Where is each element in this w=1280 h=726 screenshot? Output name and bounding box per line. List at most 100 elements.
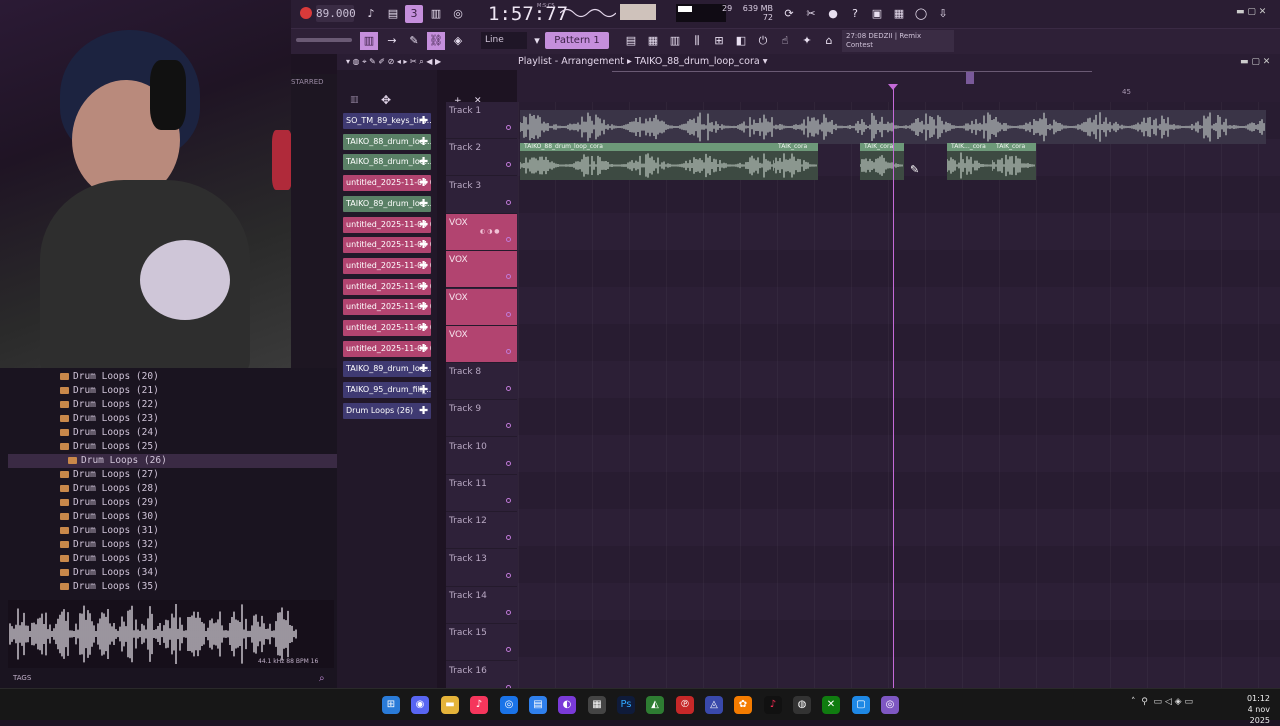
track-header[interactable]: VOX [446, 326, 517, 363]
track-mute-icon[interactable] [506, 200, 511, 205]
track-mute-icon[interactable] [506, 647, 511, 652]
track-mute-icon[interactable] [506, 312, 511, 317]
music-app-icon[interactable]: ♪ [470, 696, 488, 714]
add-clip-icon[interactable]: ✚ [419, 154, 429, 170]
playlist-icon[interactable]: ▤ [622, 32, 640, 50]
browser-folder[interactable]: Drum Loops (22) [60, 398, 337, 412]
photoshop-icon[interactable]: Ps [617, 696, 635, 714]
touch-icon[interactable]: ☝ [776, 32, 794, 50]
mixer-icon[interactable]: ▦ [890, 5, 908, 23]
picker-mode-icon[interactable]: ▥ [350, 95, 359, 105]
track-mute-icon[interactable] [506, 461, 511, 466]
system-tray-icons[interactable]: ˄ ⚲ ▭ ◁ ◈ ▭ [1131, 697, 1193, 707]
taskbar-clock[interactable]: 01:12 4 nov 2025 [1226, 693, 1270, 726]
arrow-right-icon[interactable]: → [383, 32, 401, 50]
audio-clip-taik-1[interactable]: TAIK_cora [774, 143, 818, 180]
add-clip-icon[interactable]: ✚ [419, 258, 429, 274]
add-clip-icon[interactable]: ✚ [419, 299, 429, 315]
add-clip-icon[interactable]: ✚ [419, 382, 429, 398]
cart-icon[interactable]: ⌂ [820, 32, 838, 50]
search-icon[interactable]: ⌕ [319, 673, 331, 685]
master-volume-slider[interactable] [296, 38, 352, 42]
news-panel[interactable]: 27:08 DEDZII | Remix Contest [842, 30, 954, 52]
audio-clip-taiko[interactable]: TAIKO_88_drum_loop_cora [520, 143, 817, 180]
add-clip-icon[interactable]: ✚ [419, 113, 429, 129]
track-header[interactable]: Track 9 [446, 400, 517, 437]
move-icon[interactable]: ✥ [381, 93, 391, 107]
track-mute-icon[interactable] [506, 237, 511, 242]
save-icon[interactable]: ▣ [868, 5, 886, 23]
piano-roll-icon[interactable]: ▥ [666, 32, 684, 50]
wait-input-icon[interactable]: ▤ [384, 5, 402, 23]
browser-folder[interactable]: Drum Loops (28) [60, 482, 337, 496]
browser-folder[interactable]: Drum Loops (20) [60, 370, 337, 384]
time-format-label[interactable]: M:S:CS [537, 3, 555, 9]
add-clip-icon[interactable]: ✚ [419, 279, 429, 295]
track-mute-icon[interactable] [506, 535, 511, 540]
pinterest-icon[interactable]: ℗ [676, 696, 694, 714]
plug-icon[interactable]: ⏻ [754, 32, 772, 50]
app-icon-3[interactable]: ◭ [646, 696, 664, 714]
picker-clip-item[interactable]: untitled_2025-11-04 00-...✚ [343, 237, 431, 253]
loop-record-icon[interactable]: ◎ [449, 5, 467, 23]
snap-select[interactable]: Line [481, 32, 527, 49]
record-button[interactable] [300, 7, 312, 19]
chrome-icon[interactable]: ◎ [500, 696, 518, 714]
track-header[interactable]: Track 10 [446, 438, 517, 475]
track-mute-icon[interactable] [506, 423, 511, 428]
loop-marker[interactable] [966, 72, 974, 84]
picker-clip-item[interactable]: untitled_2025-11-04 01-...✚ [343, 341, 431, 357]
browser-folder[interactable]: Drum Loops (21) [60, 384, 337, 398]
picker-clip-item[interactable]: TAIKO_89_drum_loo... ✚ [343, 196, 431, 212]
browser-icon[interactable]: ⊞ [710, 32, 728, 50]
app-icon-6[interactable]: ▢ [852, 696, 870, 714]
browser-folder[interactable]: Drum Loops (27) [60, 468, 337, 482]
playlist-toolbar-icons[interactable]: ▾ ◍ ⌖ ✎ ✐ ⊘ ◂ ▸ ✂ ⌕ ◀ ▶ [346, 57, 441, 67]
track-mute-icon[interactable] [506, 274, 511, 279]
app-icon-7[interactable]: ◎ [881, 696, 899, 714]
playlist-grid[interactable] [518, 102, 1280, 688]
refresh-icon[interactable]: ⟳ [780, 5, 798, 23]
add-clip-icon[interactable]: ✚ [419, 341, 429, 357]
playlist-window-controls[interactable]: ▬ ▢ ✕ [1240, 57, 1270, 67]
add-clip-icon[interactable]: ✚ [419, 175, 429, 191]
track-header[interactable]: Track 11 [446, 475, 517, 512]
browser-folder[interactable]: Drum Loops (31) [60, 524, 337, 538]
add-clip-icon[interactable]: ✚ [419, 217, 429, 233]
xbox-icon[interactable]: ✕ [822, 696, 840, 714]
wand-icon[interactable]: ✦ [798, 32, 816, 50]
track-header[interactable]: Track 14 [446, 587, 517, 624]
track-header[interactable]: VOX [446, 289, 517, 326]
track-header[interactable]: Track 2 [446, 139, 517, 176]
discord-icon[interactable]: ◉ [411, 696, 429, 714]
app-icon-1[interactable]: ◐ [558, 696, 576, 714]
track-header[interactable]: Track 3 [446, 177, 517, 214]
picker-clip-item[interactable]: SO_TM_89_keys_tim... ✚ [343, 113, 431, 129]
fl-studio-icon[interactable]: ✿ [734, 696, 752, 714]
track-mute-icon[interactable] [506, 125, 511, 130]
picker-clip-item[interactable]: untitled_2025-11-04 00-...✚ [343, 258, 431, 274]
metronome-icon[interactable]: ♪ [362, 5, 380, 23]
chat-icon[interactable]: ◯ [912, 5, 930, 23]
track-mute-icon[interactable] [506, 349, 511, 354]
picker-clip-item[interactable]: TAIKO_88_drum_loo... ✚ [343, 154, 431, 170]
pencil-icon[interactable]: ✎ [405, 32, 423, 50]
track-header[interactable]: Track 8 [446, 363, 517, 400]
picker-clip-item[interactable]: TAIKO_89_drum_loo... ✚ [343, 361, 431, 377]
picker-clip-item[interactable]: untitled_2025-11-04 00-...✚ [343, 320, 431, 336]
track-mute-icon[interactable] [506, 573, 511, 578]
app-icon-5[interactable]: ◍ [793, 696, 811, 714]
picker-clip-item[interactable]: Drum Loops (26) ✚ [343, 403, 431, 419]
browser-folder[interactable]: Drum Loops (32) [60, 538, 337, 552]
track-mute-icon[interactable] [506, 610, 511, 615]
channel-rack-icon[interactable]: ▦ [644, 32, 662, 50]
playlist-ruler[interactable] [517, 70, 1280, 102]
browser-folder[interactable]: Drum Loops (25) [60, 440, 337, 454]
playlist-mode-icon[interactable]: ▥ [360, 32, 378, 50]
stamp-icon[interactable]: ◈ [449, 32, 467, 50]
plugin-icon[interactable]: ◧ [732, 32, 750, 50]
add-clip-icon[interactable]: ✚ [419, 320, 429, 336]
file-explorer-icon[interactable]: ▬ [441, 696, 459, 714]
browser-folder[interactable]: Drum Loops (35) [60, 580, 337, 594]
add-clip-icon[interactable]: ✚ [419, 237, 429, 253]
